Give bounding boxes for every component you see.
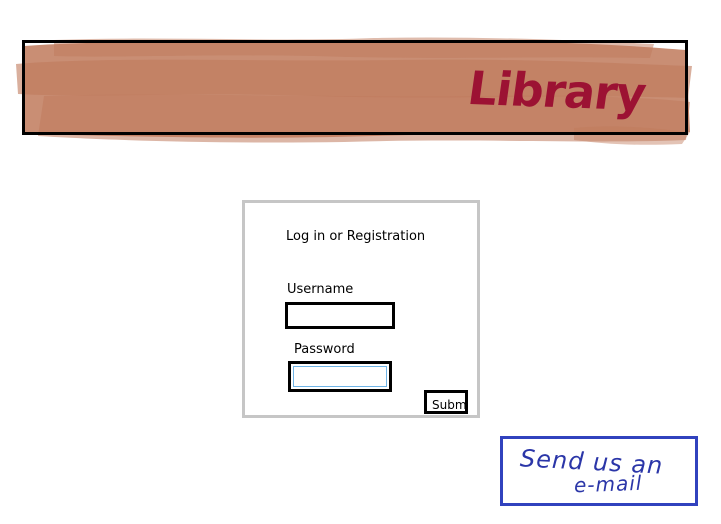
password-field-frame bbox=[288, 361, 392, 392]
submit-button[interactable]: Submit bbox=[424, 390, 468, 414]
login-heading: Log in or Registration bbox=[286, 229, 426, 244]
password-input[interactable] bbox=[293, 366, 387, 387]
username-input[interactable] bbox=[285, 302, 395, 329]
email-text-line2: e-mail bbox=[573, 470, 643, 498]
library-title: Library bbox=[464, 60, 649, 122]
username-label: Username bbox=[287, 282, 354, 297]
password-label: Password bbox=[294, 342, 355, 357]
